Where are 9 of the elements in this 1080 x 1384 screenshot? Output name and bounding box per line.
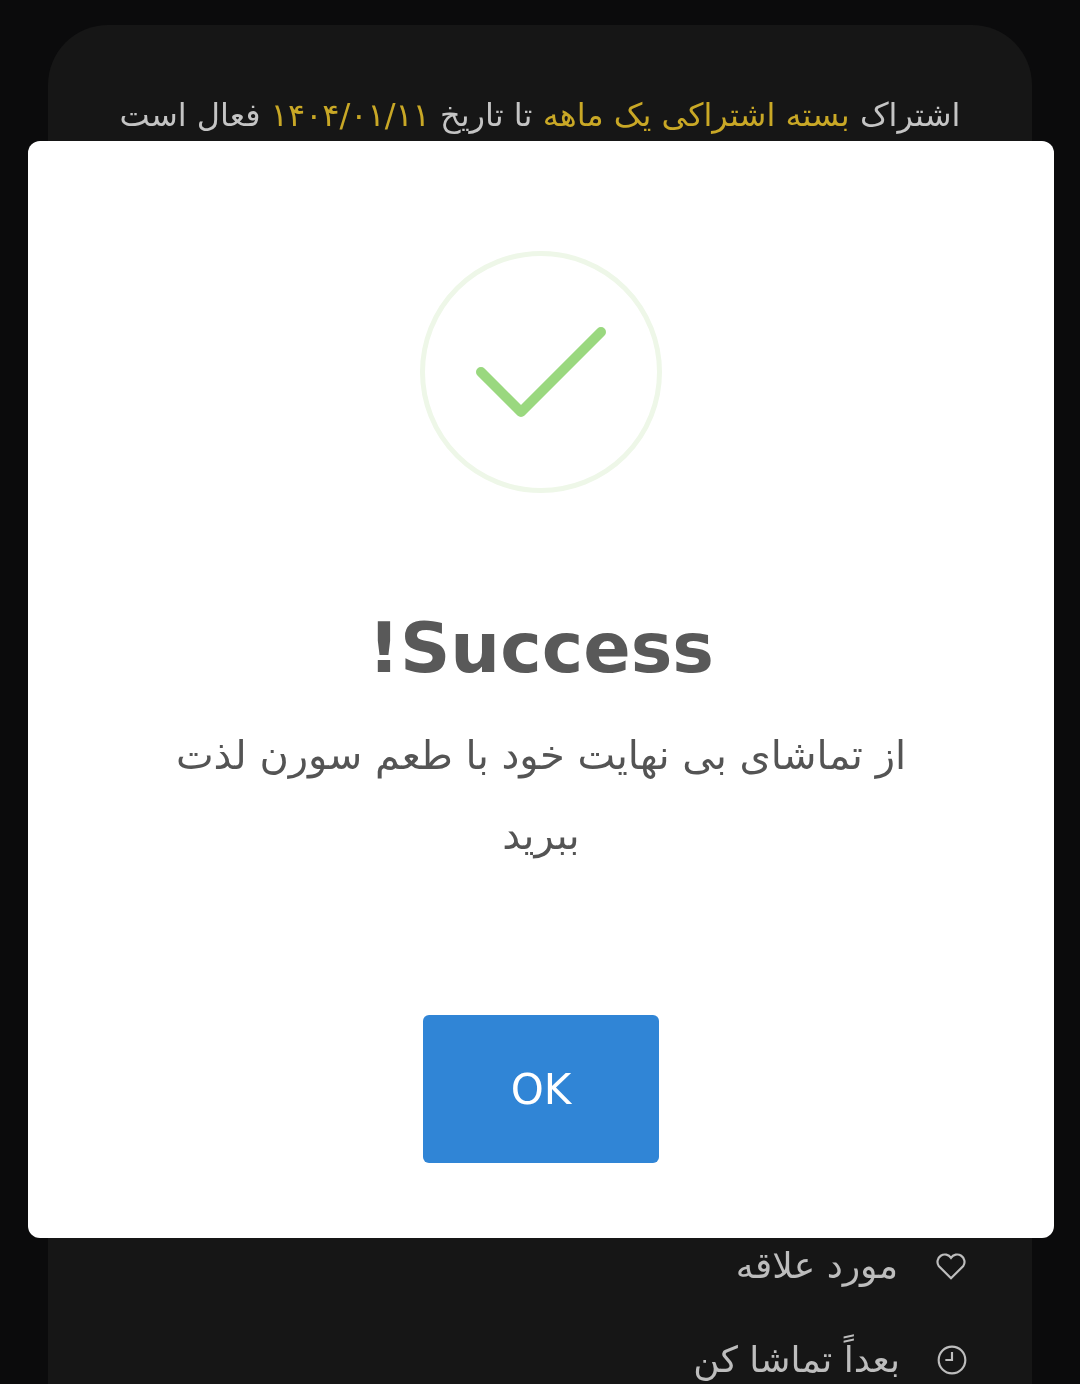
heart-icon bbox=[934, 1251, 968, 1281]
dialog-message: از تماشای بی نهایت خود با طعم سورن لذت ببرید bbox=[174, 731, 908, 861]
clock-icon bbox=[936, 1344, 968, 1376]
ok-button[interactable]: OK bbox=[423, 1015, 659, 1163]
dialog-title: Success! bbox=[368, 606, 714, 691]
menu-item[interactable]: مورد علاقه bbox=[735, 1239, 898, 1293]
subscription-notice: اشتراک بسته اشتراکی یک ماهه تا تاریخ ۱۴۰۴/۰۱/۱۱ فعال است bbox=[118, 95, 962, 136]
success-check-icon bbox=[420, 251, 662, 493]
menu-item[interactable]: بعداً تماشا کن bbox=[693, 1333, 900, 1384]
